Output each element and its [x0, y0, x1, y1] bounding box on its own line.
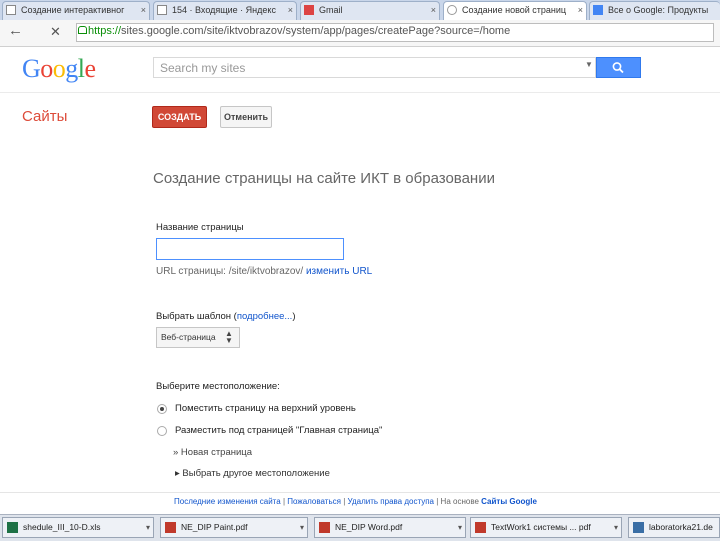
page-url-prefix: URL страницы: /site/iktvobrazov/ [156, 266, 304, 277]
footer-separator: | [436, 497, 439, 506]
footer: Последние изменения сайта | Пожаловаться… [174, 497, 537, 506]
sites-title[interactable]: Сайты [22, 108, 67, 125]
close-icon[interactable]: × [288, 2, 293, 19]
option-top-level-label: Поместить страницу на верхний уровень [175, 403, 356, 414]
template-label-text: Выбрать шаблон ( [156, 311, 237, 322]
taskbar-item-label: laboratorka21.de [649, 522, 713, 532]
url-text[interactable]: https://sites.google.com/site/iktvobrazo… [88, 23, 510, 39]
logo-letter: l [77, 54, 85, 83]
change-url-link[interactable]: изменить URL [306, 266, 372, 277]
tab-gmail[interactable]: Gmail × [300, 1, 440, 20]
taskbar-item-textwork-pdf[interactable]: TextWork1 системы ... pdf ▾ [470, 517, 622, 538]
tab-label: Gmail [319, 5, 343, 15]
tab-label: Все о Google: Продукты [608, 5, 709, 15]
page-name-label: Название страницы [156, 222, 244, 233]
footer-google-sites-link[interactable]: Сайты Google [481, 497, 537, 506]
new-page-item: » Новая страница [173, 447, 253, 458]
tab-interactive[interactable]: Создание интерактивног × [2, 1, 150, 20]
loading-icon [447, 5, 457, 15]
mail-icon [157, 5, 167, 15]
footer-separator: | [343, 497, 346, 506]
taskbar-item-label: NE_DIP Word.pdf [335, 522, 403, 532]
tab-label: 154 · Входящие · Яндекс [172, 5, 276, 15]
logo-letter: o [40, 54, 53, 83]
header-divider [0, 92, 720, 93]
google-icon [593, 5, 603, 15]
location-label: Выберите местоположение: [156, 381, 280, 392]
tab-label: Создание новой страниц [462, 5, 567, 15]
taskbar-item-laboratorka[interactable]: laboratorka21.de [628, 517, 720, 538]
create-button[interactable]: СОЗДАТЬ [152, 106, 207, 128]
taskbar-item-xls[interactable]: shedule_III_10-D.xls ▾ [2, 517, 154, 538]
gmail-icon [304, 5, 314, 15]
option-under-page-label: Разместить под страницей "Главная страни… [175, 425, 383, 436]
logo-letter: g [65, 54, 78, 83]
template-label: Выбрать шаблон (подробнее...) [156, 311, 296, 322]
tab-google-products[interactable]: Все о Google: Продукты [589, 1, 720, 20]
select-arrow-icon: ▲▼ [225, 329, 233, 345]
tab-label: Создание интерактивног [21, 5, 125, 15]
page-url-line: URL страницы: /site/iktvobrazov/ изменит… [156, 266, 372, 277]
template-label-close: ) [292, 311, 296, 322]
back-icon[interactable]: ← [8, 22, 23, 40]
excel-icon [7, 522, 18, 533]
pdf-icon [165, 522, 176, 533]
footer-remove-access-link[interactable]: Удалить права доступа [348, 497, 434, 506]
close-icon[interactable]: × [431, 2, 436, 19]
stop-icon[interactable]: ✕ [50, 23, 61, 41]
logo-letter: G [22, 54, 41, 83]
pdf-icon [475, 522, 486, 533]
taskbar-item-label: shedule_III_10-D.xls [23, 522, 101, 532]
tab-create-page[interactable]: Создание новой страниц × [443, 1, 587, 20]
taskbar-item-paint-pdf[interactable]: NE_DIP Paint.pdf ▾ [160, 517, 308, 538]
search-icon [612, 62, 624, 74]
pdf-icon [319, 522, 330, 533]
close-icon[interactable]: × [141, 2, 146, 19]
footer-powered-by: На основе [440, 497, 479, 506]
chevron-down-icon[interactable]: ▾ [614, 518, 618, 537]
footer-divider [0, 492, 720, 493]
url-scheme: https:// [88, 25, 122, 37]
close-icon[interactable]: × [578, 2, 583, 19]
tab-yandex-mail[interactable]: 154 · Входящие · Яндекс × [153, 1, 297, 20]
radio-top-level[interactable] [157, 404, 167, 414]
google-logo[interactable]: Google [22, 54, 96, 84]
document-icon [6, 5, 16, 15]
footer-recent-changes-link[interactable]: Последние изменения сайта [174, 497, 281, 506]
page-title: Создание страницы на сайте ИКТ в образов… [153, 170, 495, 187]
taskbar-item-word-pdf[interactable]: NE_DIP Word.pdf ▾ [314, 517, 466, 538]
document-icon [633, 522, 644, 533]
footer-report-link[interactable]: Пожаловаться [287, 497, 341, 506]
taskbar-item-label: NE_DIP Paint.pdf [181, 522, 248, 532]
cancel-button[interactable]: Отменить [220, 106, 272, 128]
radio-under-page[interactable] [157, 426, 167, 436]
page-name-input[interactable] [156, 238, 344, 260]
choose-other-location-link[interactable]: ▸ Выбрать другое местоположение [175, 468, 330, 479]
taskbar-item-label: TextWork1 системы ... pdf [491, 522, 591, 532]
search-placeholder: Search my sites [160, 61, 246, 75]
chevron-down-icon[interactable]: ▾ [146, 518, 150, 537]
footer-separator: | [282, 497, 286, 506]
logo-letter: e [84, 54, 97, 83]
search-button[interactable] [596, 57, 641, 78]
chevron-down-icon[interactable]: ▾ [458, 518, 462, 537]
url-path: sites.google.com/site/iktvobrazov/system… [121, 25, 511, 37]
chevron-down-icon[interactable]: ▾ [300, 518, 304, 537]
template-more-link[interactable]: подробнее... [237, 311, 293, 322]
search-dropdown-icon[interactable]: ▼ [585, 60, 593, 69]
lock-icon [78, 26, 87, 34]
logo-letter: o [52, 54, 66, 83]
